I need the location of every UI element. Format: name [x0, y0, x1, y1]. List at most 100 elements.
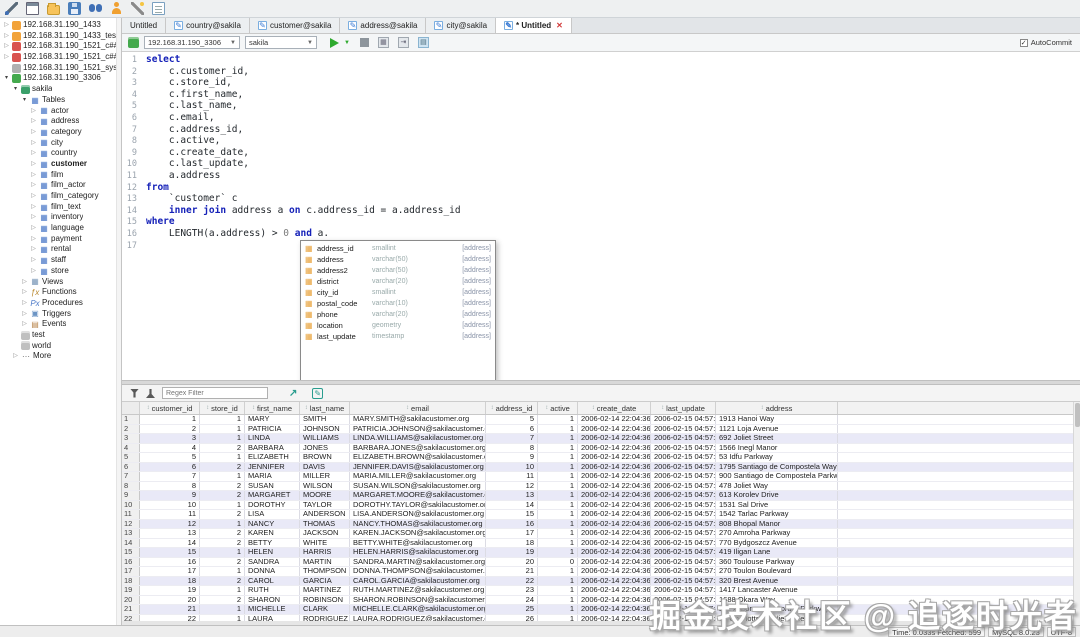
cell-email[interactable]: MARIA.MILLER@sakilacustomer.org — [350, 472, 486, 481]
run-options-chevron-icon[interactable]: ▼ — [344, 40, 350, 46]
cell-first-name[interactable]: DONNA — [245, 567, 300, 576]
cell-last-name[interactable]: THOMPSON — [300, 567, 350, 576]
cell-last-name[interactable]: WHITE — [300, 538, 350, 547]
cell-email[interactable]: MARY.SMITH@sakilacustomer.org — [350, 415, 486, 424]
cell-create-date[interactable]: 2006-02-14 22:04:36 — [578, 576, 651, 585]
cell-address[interactable]: 770 Bydgoszcz Avenue — [716, 538, 838, 547]
cell-last-name[interactable]: MILLER — [300, 472, 350, 481]
cell-last-update[interactable]: 2006-02-15 04:57:20 — [651, 595, 716, 604]
sql-editor[interactable]: 1 select 2 c.customer_id, 3 c.store_id, 4 c.… — [122, 52, 1080, 380]
cell-address-id[interactable]: 6 — [486, 424, 538, 433]
tree-item-film-category[interactable]: ▷ ▦ film_category — [0, 191, 121, 202]
cell-first-name[interactable]: MICHELLE — [245, 605, 300, 614]
cell-create-date[interactable]: 2006-02-14 22:04:36 — [578, 500, 651, 509]
row-number[interactable]: 13 — [122, 529, 140, 538]
regex-filter-input[interactable] — [162, 387, 268, 399]
row-number[interactable]: 7 — [122, 472, 140, 481]
expand-arrow-icon[interactable]: ▷ — [30, 170, 37, 181]
cell-store-id[interactable]: 1 — [200, 500, 245, 509]
export-result-icon[interactable]: ⇥ — [397, 37, 409, 48]
cell-active[interactable]: 1 — [538, 443, 578, 452]
cell-active[interactable]: 1 — [538, 462, 578, 471]
cell-customer-id[interactable]: 17 — [140, 567, 200, 576]
cell-last-update[interactable]: 2006-02-15 04:57:20 — [651, 434, 716, 443]
cell-last-name[interactable]: ROBINSON — [300, 595, 350, 604]
cell-create-date[interactable]: 2006-02-14 22:04:36 — [578, 605, 651, 614]
tree-item-192-168-31-190-1521-c-test1[interactable]: ▷ 192.168.31.190_1521_c##test1 — [0, 41, 121, 52]
explain-plan-icon[interactable]: ▦ — [377, 37, 389, 48]
cell-address[interactable]: 1688 Okara Way — [716, 595, 838, 604]
connect-icon[interactable] — [5, 2, 18, 15]
cell-first-name[interactable]: NANCY — [245, 519, 300, 528]
column-header-last-name[interactable]: ↕ last_name — [300, 402, 350, 414]
cell-last-update[interactable]: 2006-02-15 04:57:20 — [651, 424, 716, 433]
tree-item-inventory[interactable]: ▷ ▦ inventory — [0, 212, 121, 223]
row-number[interactable]: 11 — [122, 510, 140, 519]
expand-arrow-icon[interactable]: ▷ — [30, 159, 37, 170]
cell-last-update[interactable]: 2006-02-15 04:57:20 — [651, 548, 716, 557]
cell-active[interactable]: 1 — [538, 491, 578, 500]
cell-first-name[interactable]: HELEN — [245, 548, 300, 557]
cell-last-update[interactable]: 2006-02-15 04:57:20 — [651, 576, 716, 585]
cell-active[interactable]: 1 — [538, 595, 578, 604]
cell-email[interactable]: NANCY.THOMAS@sakilacustomer.org — [350, 519, 486, 528]
cell-first-name[interactable]: MARIA — [245, 472, 300, 481]
tree-item-192-168-31-190-1433[interactable]: ▷ 192.168.31.190_1433 — [0, 20, 121, 31]
cell-address-id[interactable]: 23 — [486, 586, 538, 595]
row-number[interactable]: 16 — [122, 557, 140, 566]
edit-data-icon[interactable]: ✎ — [312, 387, 324, 399]
cell-active[interactable]: 0 — [538, 557, 578, 566]
cell-customer-id[interactable]: 14 — [140, 538, 200, 547]
cell-store-id[interactable]: 2 — [200, 595, 245, 604]
cell-active[interactable]: 1 — [538, 481, 578, 490]
cell-customer-id[interactable]: 12 — [140, 519, 200, 528]
new-window-icon[interactable] — [26, 2, 39, 15]
sidebar-scrollbar[interactable] — [116, 18, 121, 625]
cell-address-id[interactable]: 5 — [486, 415, 538, 424]
autocomplete-item-address-id[interactable]: ▦ address_id smallint [address] — [301, 243, 495, 254]
cell-active[interactable]: 1 — [538, 548, 578, 557]
cell-store-id[interactable]: 1 — [200, 605, 245, 614]
autocomplete-item-location[interactable]: ▦ location geometry [address] — [301, 320, 495, 331]
tree-item-address[interactable]: ▷ ▦ address — [0, 116, 121, 127]
cell-last-update[interactable]: 2006-02-15 04:57:20 — [651, 567, 716, 576]
cell-email[interactable]: SANDRA.MARTIN@sakilacustomer.org — [350, 557, 486, 566]
cell-address-id[interactable]: 11 — [486, 472, 538, 481]
tree-item-customer[interactable]: ▷ ▦ customer — [0, 159, 121, 170]
wand-icon[interactable] — [131, 2, 144, 15]
cell-email[interactable]: SUSAN.WILSON@sakilacustomer.org — [350, 481, 486, 490]
cell-store-id[interactable]: 2 — [200, 529, 245, 538]
cell-customer-id[interactable]: 13 — [140, 529, 200, 538]
tree-item-sakila[interactable]: ▾ sakila — [0, 84, 121, 95]
cell-create-date[interactable]: 2006-02-14 22:04:36 — [578, 557, 651, 566]
expand-arrow-icon[interactable]: ▷ — [30, 127, 37, 138]
search-icon[interactable] — [89, 2, 102, 15]
cell-active[interactable]: 1 — [538, 586, 578, 595]
cell-customer-id[interactable]: 4 — [140, 443, 200, 452]
cell-last-name[interactable]: MOORE — [300, 491, 350, 500]
cell-last-name[interactable]: GARCIA — [300, 576, 350, 585]
cell-create-date[interactable]: 2006-02-14 22:04:36 — [578, 424, 651, 433]
cell-address-id[interactable]: 17 — [486, 529, 538, 538]
cell-active[interactable]: 1 — [538, 424, 578, 433]
cell-last-update[interactable]: 2006-02-15 04:57:20 — [651, 519, 716, 528]
column-header-create-date[interactable]: ↕ create_date — [578, 402, 651, 414]
row-number[interactable]: 15 — [122, 548, 140, 557]
tree-item-actor[interactable]: ▷ ▦ actor — [0, 106, 121, 117]
row-number[interactable]: 14 — [122, 538, 140, 547]
tree-item-country[interactable]: ▷ ▦ country — [0, 148, 121, 159]
cell-last-update[interactable]: 2006-02-15 04:57:20 — [651, 443, 716, 452]
cell-customer-id[interactable]: 10 — [140, 500, 200, 509]
form-icon[interactable] — [152, 2, 165, 15]
cell-last-update[interactable]: 2006-02-15 04:57:20 — [651, 538, 716, 547]
autocommit-checkbox[interactable]: ✓ — [1019, 38, 1028, 47]
autocomplete-item-last-update[interactable]: ▦ last_update timestamp [address] — [301, 331, 495, 342]
cell-create-date[interactable]: 2006-02-14 22:04:36 — [578, 567, 651, 576]
cell-address[interactable]: 692 Joliet Street — [716, 434, 838, 443]
cell-customer-id[interactable]: 21 — [140, 605, 200, 614]
cell-store-id[interactable]: 1 — [200, 519, 245, 528]
tree-item-staff[interactable]: ▷ ▦ staff — [0, 255, 121, 266]
cell-store-id[interactable]: 2 — [200, 443, 245, 452]
cell-store-id[interactable]: 2 — [200, 538, 245, 547]
cell-first-name[interactable]: CAROL — [245, 576, 300, 585]
